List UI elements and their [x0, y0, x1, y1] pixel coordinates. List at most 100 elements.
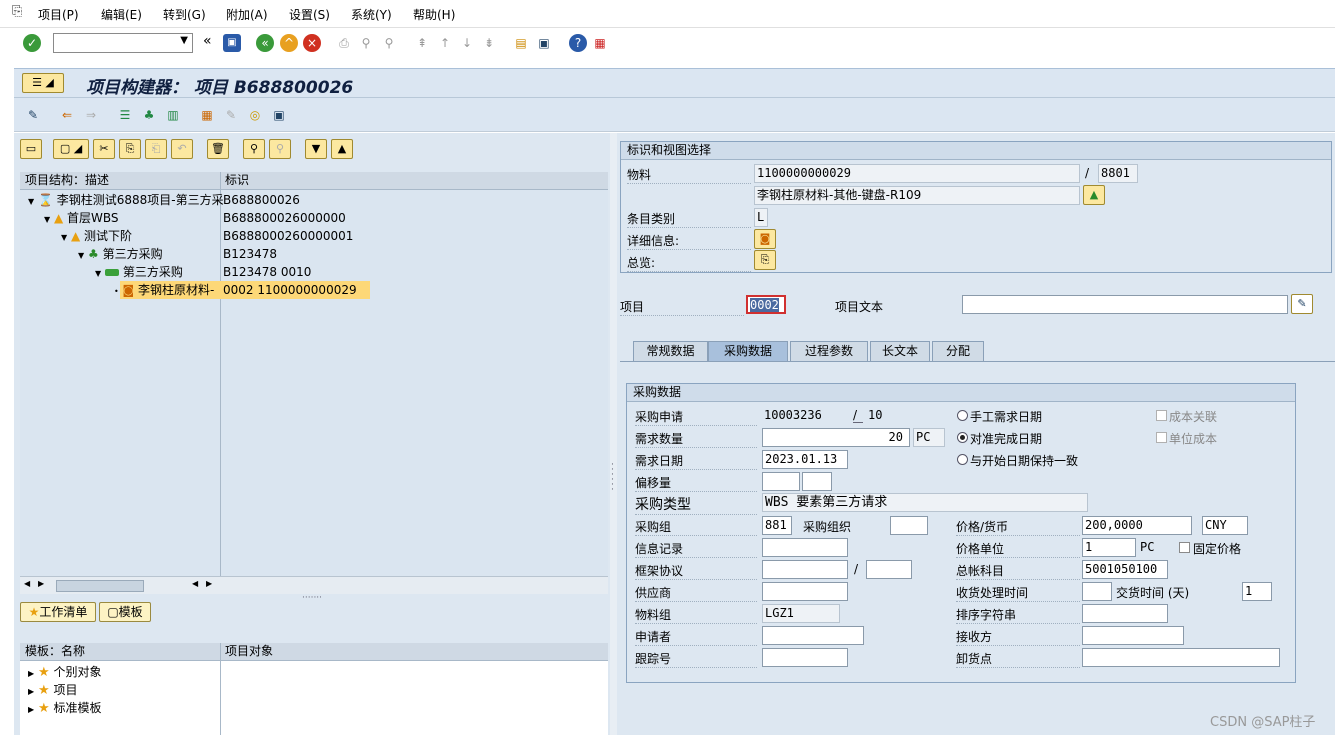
structure-graph-icon[interactable]: ▥ [164, 106, 182, 124]
align-finish-radio[interactable] [957, 432, 968, 443]
menu-exit-icon[interactable]: ⎘ [12, 4, 22, 19]
expand-icon[interactable]: ▼ [305, 139, 327, 159]
menu-help[interactable]: 帮助(H) [413, 6, 455, 23]
edit-long-text-icon[interactable]: ✎ [1291, 294, 1313, 314]
quantity-field[interactable]: 20 [762, 428, 910, 447]
recipient-field[interactable] [1082, 626, 1184, 645]
paste-icon[interactable]: ⎗ [145, 139, 167, 159]
scroll-thumb[interactable] [56, 580, 144, 592]
tree-node-activity[interactable]: ▼ 第三方采购 [95, 263, 183, 281]
outline-agreement-field[interactable] [762, 560, 848, 579]
gr-processing-time-field[interactable] [1082, 582, 1112, 601]
find-next-tree-icon[interactable]: ⚲ [269, 139, 291, 159]
cancel-icon[interactable]: × [303, 34, 321, 52]
expanded-arrow-icon[interactable]: ▼ [44, 215, 50, 224]
print-preview-icon[interactable]: ▣ [270, 106, 288, 124]
info-record-field[interactable] [762, 538, 848, 557]
help-icon[interactable]: ? [569, 34, 587, 52]
expanded-arrow-icon[interactable]: ▼ [28, 197, 34, 206]
tree-node-network[interactable]: ▼ ♣ 第三方采购 [78, 245, 163, 263]
find-icon[interactable]: ⚲ [357, 34, 375, 52]
material-group-field[interactable]: LGZ1 [762, 604, 840, 623]
material-description-field[interactable]: 李钢柱原材料-其他-键盘-R109 [754, 186, 1080, 205]
splitter-grip[interactable]: · · · · · · [611, 461, 614, 495]
tab-assignment[interactable]: 分配 [932, 341, 984, 361]
tree-header-structure[interactable]: 项目结构：描述 [20, 172, 220, 190]
tab-purchasing-data[interactable]: 采购数据 [708, 341, 788, 361]
unit-costing-checkbox[interactable] [1156, 432, 1167, 443]
detail-button-icon[interactable]: ◙ [754, 229, 776, 249]
next-page-icon[interactable]: ↓ [458, 34, 476, 52]
customize-layout-icon[interactable]: ▦ [591, 34, 609, 52]
overview-icon[interactable]: ▦ [198, 106, 216, 124]
enter-icon[interactable]: ✓ [23, 34, 41, 52]
back-object-icon[interactable]: ⇐ [58, 106, 76, 124]
exit-icon[interactable]: ^ [280, 34, 298, 52]
material-field[interactable]: 1100000000029 [754, 164, 1080, 183]
template-item-standard[interactable]: ▶ ★ 标准模板 [28, 699, 101, 717]
create-icon[interactable]: ▢ ◢ [53, 139, 89, 159]
delete-icon[interactable]: 🗑 [207, 139, 229, 159]
menu-project[interactable]: 项目(P) [38, 6, 79, 23]
menu-goto[interactable]: 转到(G) [163, 6, 206, 23]
menu-extras[interactable]: 附加(A) [226, 6, 268, 23]
tab-long-text[interactable]: 长文本 [870, 341, 930, 361]
template-item-project[interactable]: ▶ ★ 项目 [28, 681, 77, 699]
back-icon[interactable]: « [256, 34, 274, 52]
hierarchy-icon[interactable]: ☰ [116, 106, 134, 124]
template-header-object[interactable]: 项目对象 [220, 643, 420, 661]
expanded-arrow-icon[interactable]: ▼ [95, 269, 101, 278]
tree-node-wbs-top[interactable]: ▼ ▲ 首层WBS [44, 209, 119, 227]
collapse-tree-icon[interactable]: ▲ [331, 139, 353, 159]
scroll-right-icon[interactable]: ▶ [206, 579, 212, 588]
outline-item-field[interactable] [866, 560, 912, 579]
align-start-radio[interactable] [957, 454, 968, 465]
pane-resize-handle[interactable]: ······· [302, 593, 322, 603]
sort-string-field[interactable] [1082, 604, 1168, 623]
tree-horizontal-scrollbar[interactable]: ◀ ▶ ◀ ▶ [20, 576, 608, 594]
tracking-number-field[interactable] [762, 648, 848, 667]
manual-date-radio[interactable] [957, 410, 968, 421]
tree-node-wbs-sub[interactable]: ▼ ▲ 测试下阶 [61, 227, 132, 245]
find-next-icon[interactable]: ⚲ [380, 34, 398, 52]
tree-node-component[interactable]: • ◙ 李钢柱原材料- [114, 281, 214, 299]
currency-field[interactable]: CNY [1202, 516, 1248, 535]
template-button[interactable]: ▢模板 [99, 602, 151, 622]
scroll-right-icon[interactable]: ▶ [38, 579, 44, 588]
vendor-field[interactable] [762, 582, 848, 601]
unloading-point-field[interactable] [1082, 648, 1280, 667]
save-icon[interactable]: ▣ [223, 34, 241, 52]
undo-icon[interactable]: ↶ [171, 139, 193, 159]
requester-field[interactable] [762, 626, 864, 645]
offset-field[interactable] [762, 472, 800, 491]
item-category-field[interactable]: L [754, 208, 768, 227]
purchasing-group-field[interactable]: 881 [762, 516, 792, 535]
template-item-individual[interactable]: ▶ ★ 个别对象 [28, 663, 101, 681]
expanded-arrow-icon[interactable]: ▼ [78, 251, 84, 260]
material-master-icon[interactable]: ▲ [1083, 185, 1105, 205]
item-number-field[interactable]: 0002 [746, 295, 786, 314]
item-text-field[interactable] [962, 295, 1288, 314]
display-change-icon[interactable]: ✎ [24, 106, 42, 124]
fixed-price-checkbox[interactable] [1179, 542, 1190, 553]
network-graph-icon[interactable]: ♣ [140, 106, 158, 124]
tree-header-id[interactable]: 标识 [220, 172, 370, 190]
open-folder-icon[interactable]: ▭ [20, 139, 42, 159]
cost-relevant-checkbox[interactable] [1156, 410, 1167, 421]
quantity-unit-field[interactable]: PC [913, 428, 945, 447]
collapsed-arrow-icon[interactable]: ▶ [28, 705, 34, 714]
purchasing-type-field[interactable]: WBS 要素第三方请求 [762, 493, 1088, 512]
template-header-name[interactable]: 模板：名称 [20, 643, 220, 661]
tab-process-parameters[interactable]: 过程参数 [790, 341, 868, 361]
tree-node-project[interactable]: ▼ ⌛ 李钢柱测试6888项目-第三方采 [28, 191, 224, 209]
new-session-icon[interactable]: ▤ [512, 34, 530, 52]
collapsed-arrow-icon[interactable]: ▶ [28, 687, 34, 696]
edit-icon[interactable]: ✎ [222, 106, 240, 124]
scroll-left-icon[interactable]: ◀ [192, 579, 198, 588]
collapsed-arrow-icon[interactable]: ▶ [28, 669, 34, 678]
forward-object-icon[interactable]: ⇒ [82, 106, 100, 124]
copy-icon[interactable]: ⎘ [119, 139, 141, 159]
scroll-left-icon[interactable]: ◀ [24, 579, 30, 588]
menu-system[interactable]: 系统(Y) [351, 6, 392, 23]
first-page-icon[interactable]: ⇞ [413, 34, 431, 52]
